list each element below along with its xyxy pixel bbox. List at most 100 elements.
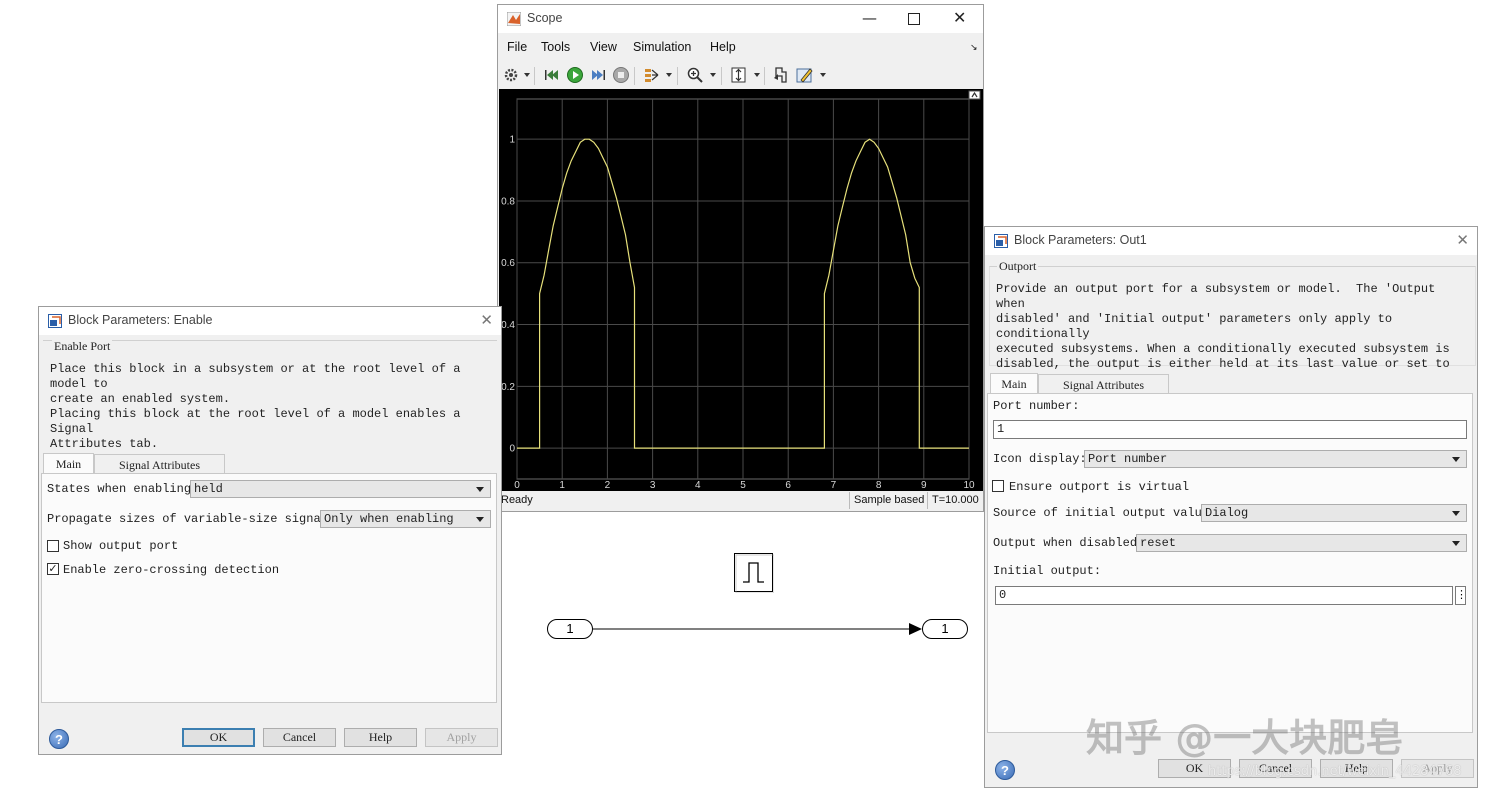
signal-dropdown-icon[interactable] [666,73,672,77]
y-tick-label: 0.8 [501,196,515,207]
tab-signal-attributes[interactable]: Signal Attributes [94,454,225,474]
help-icon[interactable]: ? [49,729,69,749]
toolbar-separator [677,67,678,85]
menu-tools[interactable]: Tools [541,40,570,54]
step-forward-icon[interactable] [589,66,607,84]
enable-main-panel [41,473,497,703]
chevron-down-icon [476,487,484,492]
y-tick-label: 0.4 [501,320,515,331]
output-when-disabled-select[interactable]: reset [1136,534,1467,552]
highlight-block-icon[interactable] [772,66,790,84]
icon-display-label: Icon display: [993,452,1087,466]
csdn-watermark: https://blog.csdn.net/weixin_44284768 [1208,764,1462,779]
enable-titlebar[interactable]: Block Parameters: Enable ✕ [39,307,501,335]
propagate-sizes-value: Only when enabling [324,512,454,526]
zoom-dropdown-icon[interactable] [710,73,716,77]
tab-signal-attributes[interactable]: Signal Attributes [1038,374,1169,394]
enable-description-1: Place this block in a subsystem or at th… [50,362,461,406]
cancel-button[interactable]: Cancel [263,728,336,747]
scope-titlebar[interactable]: Scope — ✕ [498,5,983,33]
out1-main-panel [987,393,1473,733]
status-sample-mode: Sample based [854,494,925,506]
enable-dialog-title: Block Parameters: Enable [68,313,213,327]
style-pen-icon[interactable] [796,66,814,84]
source-initial-output-select[interactable]: Dialog [1201,504,1467,522]
maximize-icon[interactable] [908,13,920,25]
toolbar-separator [634,67,635,85]
scope-statusbar: Ready Sample based T=10.000 [499,491,983,511]
scope-chart[interactable]: 0 1 2 3 4 5 6 7 8 9 10 0 0.2 0.4 0.6 0.8 1 [499,89,983,491]
output-when-disabled-value: reset [1140,536,1177,550]
initial-output-input[interactable]: 0 [995,586,1453,605]
menu-view[interactable]: View [590,40,617,54]
chevron-down-icon [1452,541,1460,546]
scale-dropdown-icon[interactable] [754,73,760,77]
ensure-virtual-checkbox[interactable] [992,480,1004,492]
out1-dialog: Block Parameters: Out1 ✕ Outport Provide… [984,226,1478,788]
inport-label: 1 [566,621,574,636]
close-icon[interactable]: ✕ [1456,231,1469,249]
x-tick-label: 8 [876,480,882,491]
status-time: T=10.000 [932,494,979,506]
scope-window: Scope — ✕ File Tools View Simulation Hel… [497,4,984,512]
status-divider [927,492,928,509]
close-icon[interactable]: ✕ [480,311,493,329]
enable-dialog: Block Parameters: Enable ✕ Enable Port P… [38,306,502,755]
x-tick-label: 2 [605,480,611,491]
states-when-enabling-select[interactable]: held [190,480,491,498]
menu-file[interactable]: File [507,40,527,54]
x-tick-label: 0 [514,480,520,491]
toolbar-separator [764,67,765,85]
enable-block[interactable] [734,553,774,593]
icon-display-value: Port number [1088,452,1168,466]
y-tick-label: 0.2 [501,382,515,393]
scale-axes-icon[interactable] [730,66,748,84]
inport-block[interactable]: 1 [547,619,593,639]
menu-help[interactable]: Help [710,40,736,54]
y-tick-label: 0 [509,444,515,455]
apply-button[interactable]: Apply [425,728,498,747]
more-options-icon[interactable]: ⋮ [1455,586,1467,605]
minimize-icon[interactable]: — [862,9,877,27]
zoom-in-icon[interactable] [686,66,704,84]
help-icon[interactable]: ? [995,760,1015,780]
tab-main[interactable]: Main [43,453,94,474]
x-tick-label: 1 [559,480,565,491]
scope-plot-area[interactable]: 0 1 2 3 4 5 6 7 8 9 10 0 0.2 0.4 0.6 0.8 1 [499,89,983,491]
x-tick-label: 4 [695,480,701,491]
block-params-icon [994,234,1008,248]
chevron-down-icon [1452,511,1460,516]
menu-expand-icon[interactable]: ↘ [970,42,978,53]
x-tick-label: 10 [963,480,975,491]
show-output-port-checkbox[interactable] [47,540,59,552]
status-ready: Ready [501,494,533,506]
y-tick-label: 1 [509,135,515,146]
close-icon[interactable]: ✕ [953,8,966,27]
enable-group-title: Enable Port [52,339,113,354]
stop-icon[interactable] [612,66,630,84]
settings-gear-icon[interactable] [502,66,520,84]
outport-block[interactable]: 1 [922,619,968,639]
source-initial-output-value: Dialog [1205,506,1249,520]
source-initial-output-label: Source of initial output value: [993,506,1217,520]
help-button[interactable]: Help [344,728,417,747]
port-number-input[interactable]: 1 [993,420,1467,439]
icon-display-select[interactable]: Port number [1084,450,1467,468]
settings-dropdown-icon[interactable] [524,73,530,77]
scope-grid [516,98,970,480]
style-dropdown-icon[interactable] [820,73,826,77]
zhihu-watermark: 知乎 @一大块肥皂 [1086,716,1404,760]
signal-line[interactable] [593,622,923,636]
out1-titlebar[interactable]: Block Parameters: Out1 ✕ [985,227,1477,255]
propagate-sizes-select[interactable]: Only when enabling [320,510,491,528]
toolbar-separator [721,67,722,85]
step-back-icon[interactable] [543,66,561,84]
outport-label: 1 [941,621,949,636]
tab-main[interactable]: Main [990,373,1038,394]
menu-simulation[interactable]: Simulation [633,40,691,54]
signal-selector-icon[interactable] [643,66,661,84]
run-icon[interactable] [566,66,584,84]
ok-button[interactable]: OK [182,728,255,747]
zero-crossing-checkbox[interactable]: ✓ [47,563,59,575]
toolbar-separator [534,67,535,85]
